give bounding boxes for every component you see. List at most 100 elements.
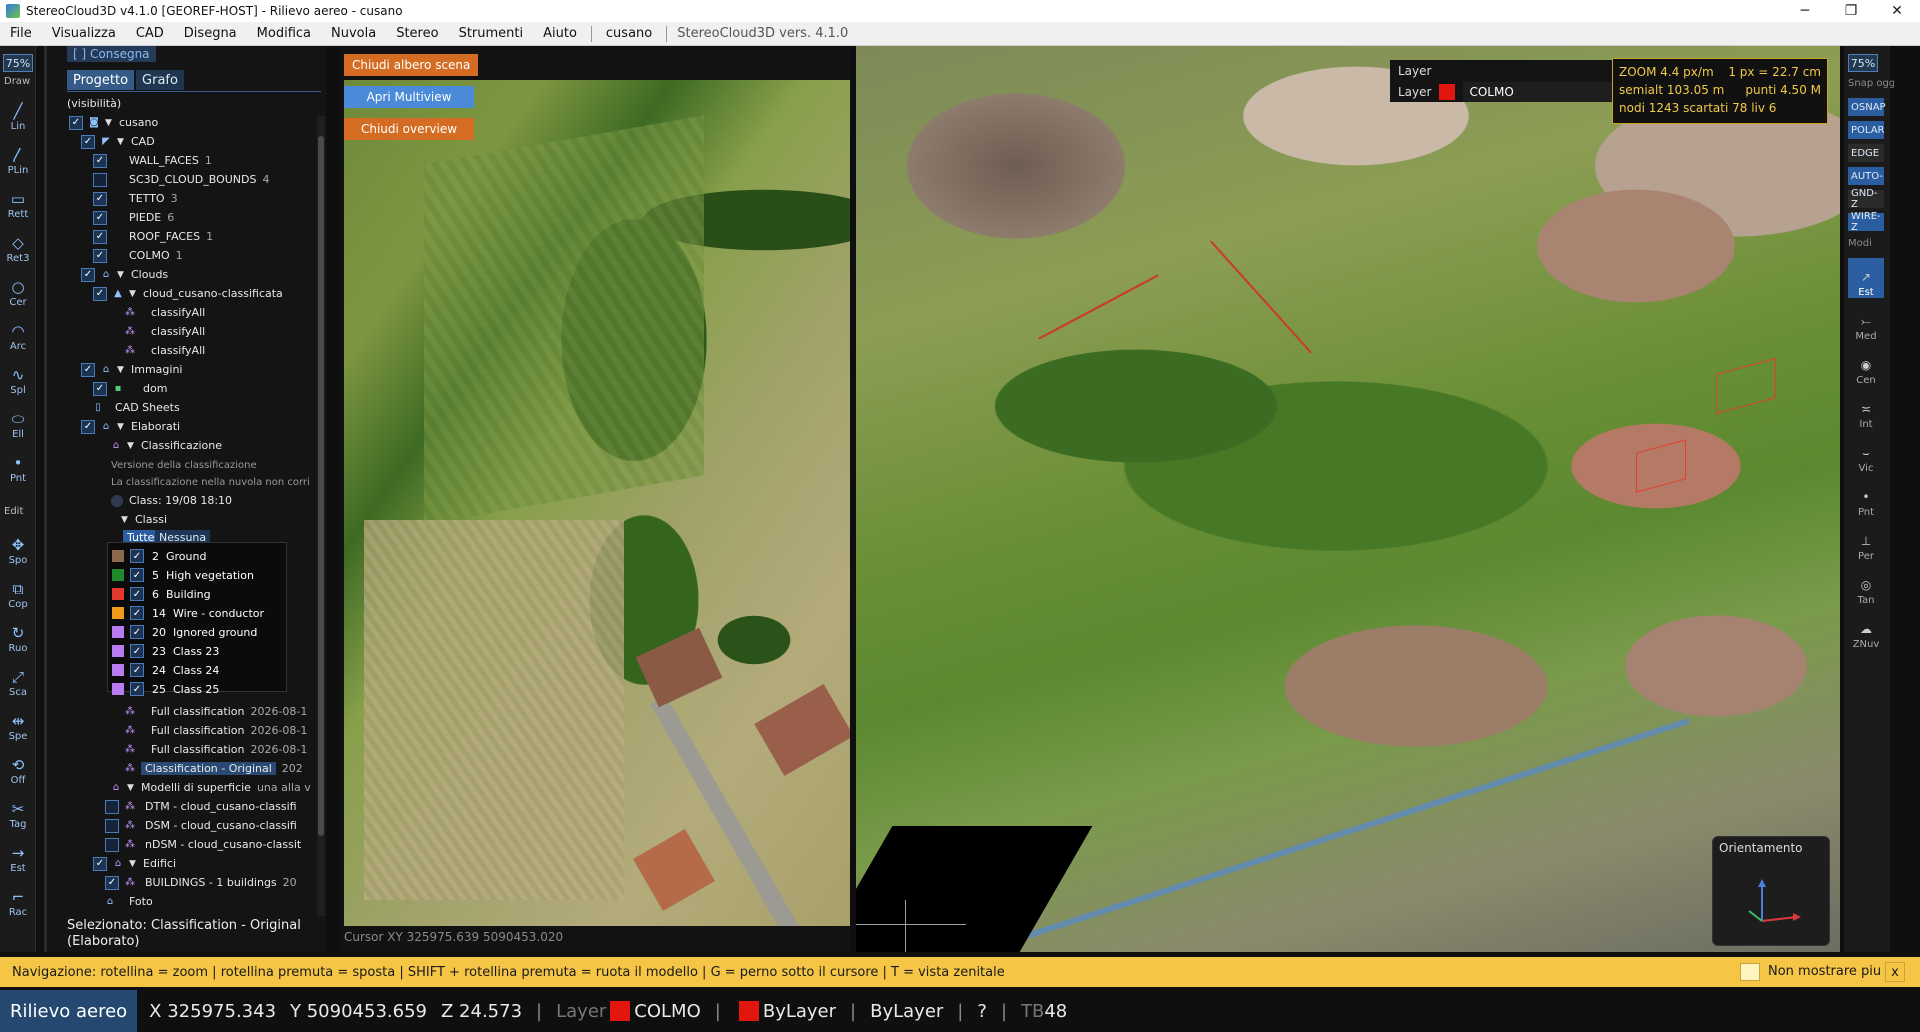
visibility-checkbox[interactable]: ✓ <box>81 267 95 282</box>
visibility-checkbox[interactable]: ✓ <box>93 229 107 244</box>
class-row[interactable]: ✓ 23 Class 23 <box>112 642 219 660</box>
dont-show-checkbox[interactable] <box>1740 963 1760 981</box>
class-checkbox[interactable]: ✓ <box>130 682 144 696</box>
orientation-widget[interactable]: Orientamento <box>1712 836 1830 946</box>
tab-progetto[interactable]: Progetto <box>67 70 135 90</box>
tree-node-classificazione[interactable]: ⌂ ▼ Classificazione <box>111 436 222 455</box>
expand-arrow-icon[interactable]: ▼ <box>129 859 137 869</box>
tool-rectangle-button[interactable]: ▭ Rett <box>3 180 33 220</box>
class-row[interactable]: ✓ 14 Wire - conductor <box>112 604 264 622</box>
visibility-checkbox[interactable]: ✓ <box>81 362 95 377</box>
status-linetype[interactable]: ByLayer <box>870 1001 943 1022</box>
hint-close-button[interactable]: x <box>1885 962 1905 982</box>
menu-file[interactable]: File <box>0 22 42 46</box>
tree-node-classi[interactable]: ▼ Classi <box>121 510 167 529</box>
snap-mode-perpendicular[interactable]: ⊥ Per <box>1848 522 1884 562</box>
visibility-checkbox[interactable] <box>105 818 119 833</box>
point-cloud-3d-view[interactable]: Layer Layer COLMO ZOOM 4.4 px/m 1 px = 22… <box>856 46 1840 952</box>
tool-offset-button[interactable]: ⟲ Off <box>3 746 33 786</box>
tool-spline-button[interactable]: ∿ Spl <box>3 356 33 396</box>
tree-node-dsm[interactable]: ⁂ DSM - cloud_cusano-classifi <box>105 816 297 835</box>
snap-gndz-toggle[interactable]: GND-Z <box>1848 188 1884 210</box>
tool-polyline-button[interactable]: 〳 PLin <box>3 136 33 176</box>
class-row[interactable]: ✓ 5 High vegetation <box>112 566 254 584</box>
tree-node-classify[interactable]: ⁂ classifyAll <box>125 341 205 360</box>
tool-circle-button[interactable]: ○ Cer <box>3 268 33 308</box>
visibility-checkbox[interactable]: ✓ <box>105 875 119 890</box>
expand-arrow-icon[interactable]: ▼ <box>121 515 129 525</box>
tool-ellipse-button[interactable]: ⬭ Ell <box>3 400 33 440</box>
snap-mode-cloud-z[interactable]: ☁ ZNuv <box>1848 610 1884 650</box>
visibility-checkbox[interactable]: ✓ <box>81 419 95 434</box>
tree-node-immagini[interactable]: ✓ ⌂ ▼ Immagini <box>81 360 182 379</box>
class-row[interactable]: ✓ 24 Class 24 <box>112 661 219 679</box>
expand-arrow-icon[interactable]: ▼ <box>127 441 135 451</box>
open-multiview-button[interactable]: Apri Multiview <box>344 86 474 108</box>
tree-node-cad[interactable]: ✓ ◤ ▼ CAD <box>81 132 155 151</box>
status-layer-value[interactable]: COLMO <box>634 1001 700 1022</box>
snap-mode-endpoint[interactable]: ↗ Est <box>1848 258 1884 298</box>
tree-node-classification[interactable]: ⁂ Full classification 2026-08-1 <box>125 740 307 759</box>
tree-layer-tetto[interactable]: ✓ TETTO 3 <box>93 189 178 208</box>
layer-dropdown[interactable]: COLMO <box>1463 82 1614 102</box>
visibility-checkbox[interactable]: ✓ <box>93 381 107 396</box>
snap-wirez-toggle[interactable]: WIRE-Z <box>1848 211 1884 233</box>
class-checkbox[interactable]: ✓ <box>130 606 144 620</box>
tree-node-dom[interactable]: ✓ ▪ dom <box>93 379 167 398</box>
tree-layer-roof-faces[interactable]: ✓ ROOF_FACES 1 <box>93 227 213 246</box>
snap-mode-node[interactable]: • Pnt <box>1848 478 1884 518</box>
tree-node-clouds[interactable]: ✓ ⌂ ▼ Clouds <box>81 265 168 284</box>
tree-layer-cloud-bounds[interactable]: SC3D_CLOUD_BOUNDS 4 <box>93 170 269 189</box>
close-overview-button[interactable]: Chiudi overview <box>344 118 474 140</box>
tree-node-ndsm[interactable]: ⁂ nDSM - cloud_cusano-classit <box>105 835 301 854</box>
tool-rect3-button[interactable]: ◇ Ret3 <box>3 224 33 264</box>
tree-node-buildings[interactable]: ✓ ⁂ BUILDINGS - 1 buildings 20 <box>105 873 297 892</box>
class-row[interactable]: ✓ 2 Ground <box>112 547 206 565</box>
tool-scale-button[interactable]: ⤢ Sca <box>3 658 33 698</box>
visibility-checkbox[interactable]: ✓ <box>81 134 95 149</box>
tab-grafo[interactable]: Grafo <box>136 70 184 90</box>
tool-mirror-button[interactable]: ⇹ Spe <box>3 702 33 742</box>
class-row[interactable]: ✓ 20 Ignored ground <box>112 623 257 641</box>
menu-modifica[interactable]: Modifica <box>247 22 321 46</box>
toolbar-zoom-level[interactable]: 75% <box>3 54 33 72</box>
expand-arrow-icon[interactable]: ▼ <box>117 137 125 147</box>
scrollbar-thumb[interactable] <box>318 136 324 836</box>
layer-color-swatch[interactable] <box>1439 84 1456 100</box>
maximize-button[interactable]: ❐ <box>1828 0 1874 22</box>
class-checkbox[interactable]: ✓ <box>130 587 144 601</box>
tree-layer-piede[interactable]: ✓ PIEDE 6 <box>93 208 174 227</box>
snap-edge-toggle[interactable]: EDGE <box>1848 144 1884 162</box>
menu-strumenti[interactable]: Strumenti <box>449 22 534 46</box>
tree-node-edifici[interactable]: ✓ ⌂ ▼ Edifici <box>93 854 176 873</box>
visibility-checkbox[interactable]: ✓ <box>93 153 107 168</box>
axes-gizmo-icon[interactable] <box>1737 871 1807 931</box>
snap-auto-toggle[interactable]: AUTO- <box>1848 167 1884 185</box>
visibility-checkbox[interactable]: ✓ <box>93 210 107 225</box>
status-help[interactable]: ? <box>977 1001 987 1022</box>
tool-line-button[interactable]: ╱ Lin <box>3 92 33 132</box>
tree-node-elaborati[interactable]: ✓ ⌂ ▼ Elaborati <box>81 417 180 436</box>
visibility-checkbox[interactable] <box>93 172 107 187</box>
visibility-checkbox[interactable]: ✓ <box>93 191 107 206</box>
snap-mode-midpoint[interactable]: ⤚ Med <box>1848 302 1884 342</box>
expand-arrow-icon[interactable]: ▼ <box>117 270 125 280</box>
snap-mode-center[interactable]: ◉ Cen <box>1848 346 1884 386</box>
visibility-checkbox[interactable]: ✓ <box>93 248 107 263</box>
class-checkbox[interactable]: ✓ <box>130 549 144 563</box>
orthophoto-view[interactable]: Chiudi albero scena Apri Multiview Chiud… <box>340 46 850 952</box>
status-color[interactable]: ByLayer <box>763 1001 836 1022</box>
visibility-checkbox[interactable] <box>105 799 119 814</box>
snap-mode-nearest[interactable]: ⌣ Vic <box>1848 434 1884 474</box>
visibility-checkbox[interactable]: ✓ <box>69 115 83 130</box>
tool-move-button[interactable]: ✥ Spo <box>3 526 33 566</box>
expand-arrow-icon[interactable]: ▼ <box>127 783 135 793</box>
tree-node-classification[interactable]: ⁂ Full classification 2026-08-1 <box>125 702 307 721</box>
point-cloud-render[interactable] <box>856 46 1840 952</box>
visibility-checkbox[interactable]: ✓ <box>93 286 107 301</box>
tool-point-button[interactable]: • Pnt <box>3 444 33 484</box>
class-checkbox[interactable]: ✓ <box>130 663 144 677</box>
mode-indicator[interactable]: Rilievo aereo <box>0 990 138 1032</box>
close-button[interactable]: ✕ <box>1874 0 1920 22</box>
tool-rotate-button[interactable]: ↻ Ruo <box>3 614 33 654</box>
